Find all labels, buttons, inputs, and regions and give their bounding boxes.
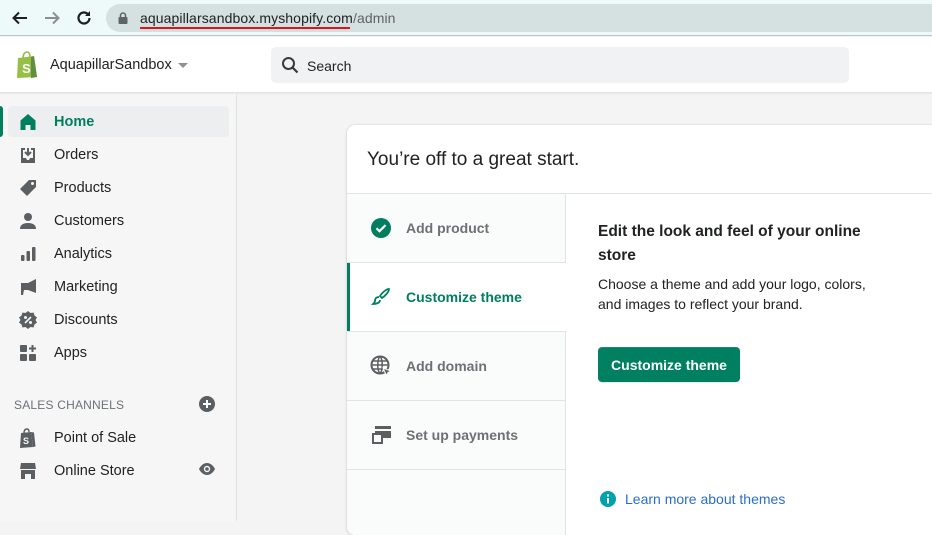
search-placeholder: Search xyxy=(307,58,352,74)
url-text[interactable]: aquapillarsandbox.myshopify.com/admin xyxy=(140,10,396,26)
url-annotation-underline xyxy=(140,27,350,29)
sidebar-item-label: Home xyxy=(54,113,95,130)
svg-text:S: S xyxy=(22,61,31,76)
step-label: Add product xyxy=(406,220,490,236)
plus-circle-icon xyxy=(199,396,215,412)
sidebar-item-label: Customers xyxy=(54,212,125,229)
active-indicator xyxy=(0,106,3,137)
detail-description: Choose a theme and add your logo, colors… xyxy=(598,276,866,312)
step-label: Add domain xyxy=(406,358,487,374)
add-sales-channel-button[interactable] xyxy=(199,396,215,417)
card-title: You’re off to a great start. xyxy=(367,149,580,170)
search-icon xyxy=(282,57,299,74)
sidebar-item-label: Analytics xyxy=(54,245,113,262)
step-set-up-payments[interactable]: Set up payments xyxy=(347,401,566,470)
bar-chart-icon xyxy=(18,244,38,264)
sidebar-item-label: Point of Sale xyxy=(54,429,137,446)
learn-more-link[interactable]: Learn more about themes xyxy=(600,491,785,507)
sidebar-item-label: Marketing xyxy=(54,278,118,295)
sidebar-item-label: Orders xyxy=(54,146,99,163)
step-label: Set up payments xyxy=(406,427,519,443)
setup-steps-list: Add product Customize theme Add domain S… xyxy=(347,194,567,535)
sidebar-item-marketing[interactable]: Marketing xyxy=(8,271,229,302)
browser-toolbar: aquapillarsandbox.myshopify.com/admin xyxy=(0,0,932,36)
checkmark-circle-icon xyxy=(370,217,392,239)
sidebar-item-home[interactable]: Home xyxy=(8,106,229,137)
url-host: aquapillarsandbox.myshopify.com xyxy=(140,10,353,26)
step-customize-theme[interactable]: Customize theme xyxy=(347,263,567,332)
discount-icon xyxy=(18,310,38,330)
reload-icon xyxy=(77,11,91,25)
caret-down-icon[interactable] xyxy=(178,63,188,68)
back-button[interactable] xyxy=(8,6,32,30)
sidebar-item-label: Products xyxy=(54,179,112,196)
sidebar-item-orders[interactable]: Orders xyxy=(8,139,229,170)
step-detail: Edit the look and feel of your online st… xyxy=(598,220,888,314)
lock-icon xyxy=(118,12,128,24)
store-switcher-logo[interactable]: S xyxy=(14,51,40,84)
url-path: /admin xyxy=(352,10,396,26)
sidebar-item-point-of-sale[interactable]: S Point of Sale xyxy=(8,422,229,453)
sidebar-item-customers[interactable]: Customers xyxy=(8,205,229,236)
payment-card-icon xyxy=(370,424,392,446)
arrow-right-icon xyxy=(45,11,60,25)
search-input[interactable]: Search xyxy=(271,47,849,83)
step-label: Customize theme xyxy=(406,289,522,305)
sales-channels-heading: SALES CHANNELS xyxy=(14,398,125,412)
sidebar-item-label: Apps xyxy=(54,344,88,361)
paintbrush-icon xyxy=(370,286,392,308)
sidebar-item-discounts[interactable]: Discounts xyxy=(8,304,229,335)
step-add-domain[interactable]: Add domain xyxy=(347,332,566,401)
sidebar-item-label: Online Store xyxy=(54,462,135,479)
sidebar-item-apps[interactable]: Apps xyxy=(8,337,229,368)
setup-guide-card: You’re off to a great start. Add product… xyxy=(347,125,932,535)
globe-icon xyxy=(370,355,392,377)
view-online-store-button[interactable] xyxy=(198,462,216,481)
sidebar-item-products[interactable]: Products xyxy=(8,172,229,203)
apps-icon xyxy=(18,343,38,363)
customize-theme-button[interactable]: Customize theme xyxy=(598,347,740,382)
tag-icon xyxy=(18,178,38,198)
person-icon xyxy=(18,211,38,231)
reload-button[interactable] xyxy=(72,6,96,30)
eye-icon xyxy=(199,463,215,475)
home-icon xyxy=(18,112,38,132)
store-icon xyxy=(18,461,38,481)
step-add-product[interactable]: Add product xyxy=(347,194,566,263)
orders-icon xyxy=(18,145,38,165)
arrow-left-icon xyxy=(12,11,27,25)
megaphone-icon xyxy=(18,277,38,297)
detail-title: Edit the look and feel of your online st… xyxy=(598,223,861,264)
svg-text:S: S xyxy=(23,436,29,446)
sidebar-item-label: Discounts xyxy=(54,311,118,328)
learn-more-label: Learn more about themes xyxy=(625,491,786,507)
shopify-bag-icon: S xyxy=(17,51,37,78)
sidebar-item-analytics[interactable]: Analytics xyxy=(8,238,229,269)
info-icon xyxy=(600,491,616,507)
sidebar-item-online-store[interactable]: Online Store xyxy=(8,455,229,486)
admin-topbar: S AquapillarSandbox Search xyxy=(0,37,932,93)
forward-button[interactable] xyxy=(40,6,64,30)
store-name[interactable]: AquapillarSandbox xyxy=(50,57,172,73)
pos-bag-icon: S xyxy=(18,427,38,448)
